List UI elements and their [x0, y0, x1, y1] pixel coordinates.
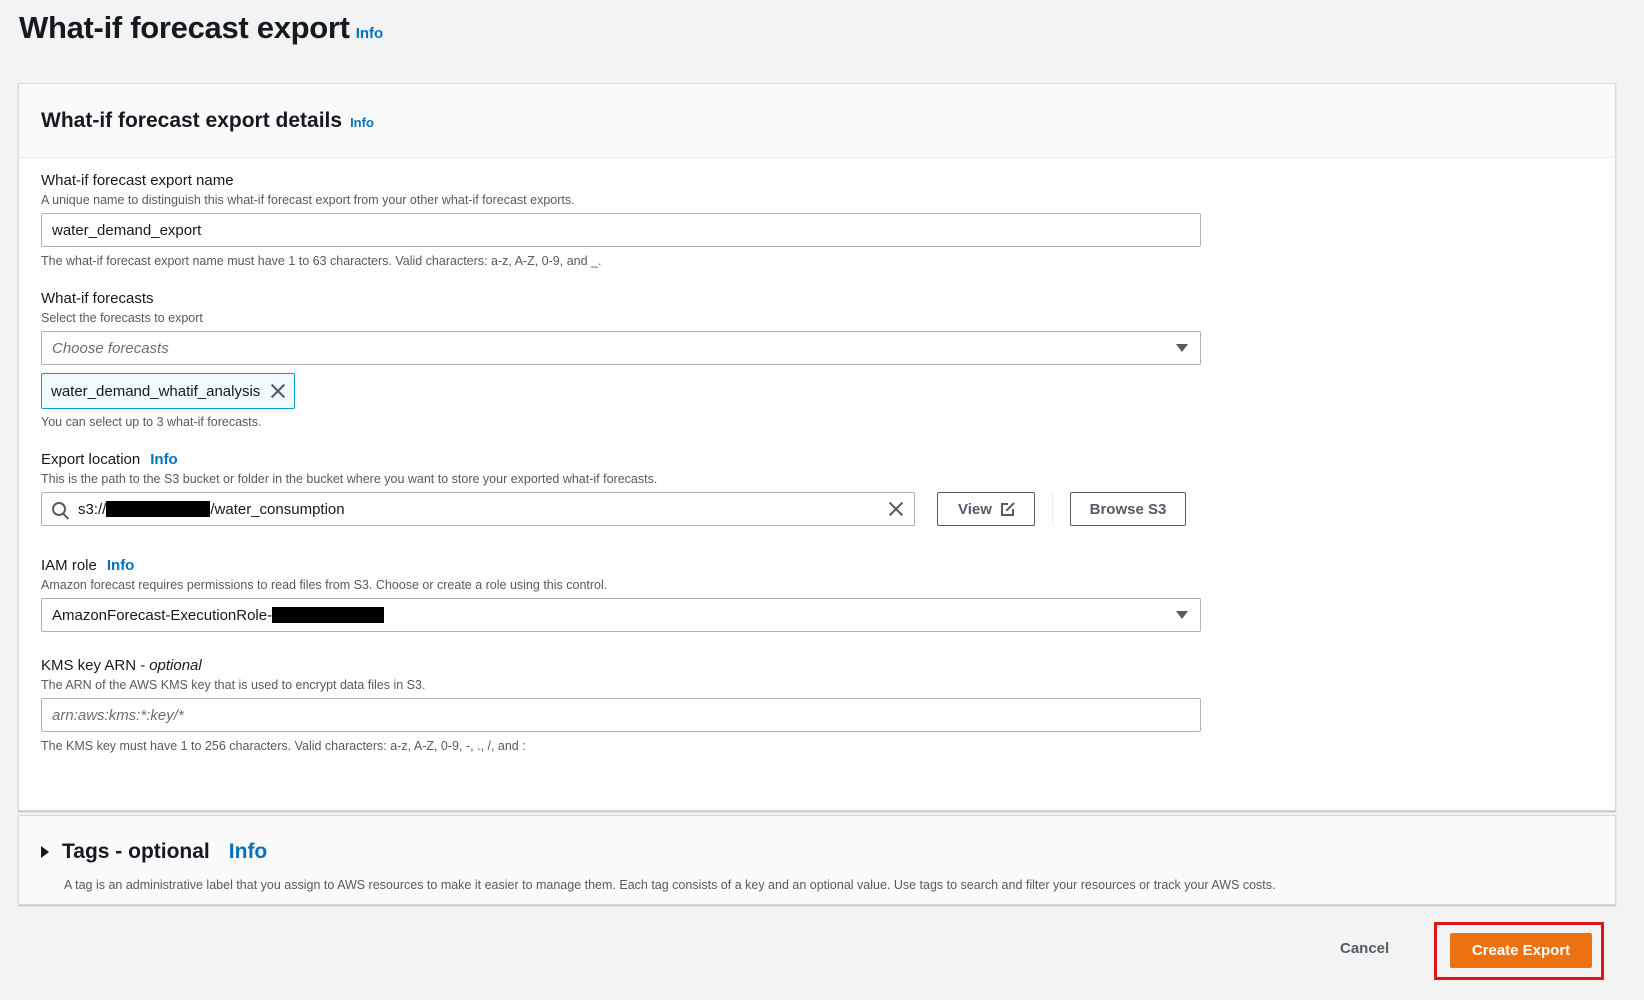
export-name-value: water_demand_export — [52, 221, 202, 239]
s3-location-input[interactable]: s3:// /water_consumption — [41, 492, 915, 526]
s3-suffix: /water_consumption — [210, 500, 345, 518]
export-name-field: What-if forecast export name A unique na… — [41, 172, 1201, 268]
kms-key-description: The ARN of the AWS KMS key that is used … — [41, 678, 426, 692]
browse-s3-button[interactable]: Browse S3 — [1070, 492, 1186, 526]
create-export-button[interactable]: Create Export — [1450, 933, 1592, 968]
s3-location-row: s3:// /water_consumption View Browse S3 — [41, 492, 1201, 526]
optional-text: optional — [149, 657, 202, 674]
s3-prefix: s3:// — [78, 500, 107, 518]
export-location-field: Export location Info This is the path to… — [41, 451, 1201, 526]
export-name-description: A unique name to distinguish this what-i… — [41, 193, 575, 207]
export-details-container: What-if forecast export details Info Wha… — [18, 83, 1616, 811]
clear-input-icon[interactable] — [888, 501, 904, 517]
tags-expand-toggle[interactable]: Tags - optional Info — [41, 840, 267, 864]
tags-info-link[interactable]: Info — [229, 840, 267, 864]
page-info-link[interactable]: Info — [356, 25, 384, 42]
caret-down-icon — [1176, 344, 1188, 352]
forecasts-field: What-if forecasts Select the forecasts t… — [41, 290, 1201, 429]
redacted-role-suffix — [272, 607, 385, 623]
divider — [1052, 492, 1053, 526]
iam-role-description: Amazon forecast requires permissions to … — [41, 578, 608, 592]
forecasts-label: What-if forecasts — [41, 290, 154, 307]
forecasts-description: Select the forecasts to export — [41, 311, 203, 325]
kms-key-field: KMS key ARN - optional The ARN of the AW… — [41, 657, 1201, 753]
external-link-icon — [1000, 500, 1016, 516]
tags-title: Tags - optional — [62, 840, 210, 863]
export-location-label: Export location Info — [41, 451, 178, 468]
forecasts-multiselect[interactable]: Choose forecasts — [41, 331, 1201, 365]
page-title: What-if forecast export — [19, 10, 350, 45]
page-header: What-if forecast export Info — [19, 10, 383, 46]
iam-role-field: IAM role Info Amazon forecast requires p… — [41, 557, 1201, 632]
details-info-link[interactable]: Info — [350, 111, 374, 130]
search-icon — [52, 502, 66, 516]
kms-key-placeholder: arn:aws:kms:*:key/* — [52, 706, 184, 724]
forecasts-constraint: You can select up to 3 what-if forecasts… — [41, 415, 262, 429]
iam-role-value: AmazonForecast-ExecutionRole- — [52, 606, 273, 624]
iam-role-info-link[interactable]: Info — [107, 557, 135, 574]
export-name-input[interactable]: water_demand_export — [41, 213, 1201, 247]
kms-key-label: KMS key ARN - optional — [41, 657, 202, 674]
export-name-constraint: The what-if forecast export name must ha… — [41, 254, 602, 268]
export-name-label: What-if forecast export name — [41, 172, 234, 189]
cancel-button[interactable]: Cancel — [1340, 940, 1389, 957]
redacted-bucket — [106, 501, 211, 517]
caret-right-icon — [41, 846, 49, 858]
iam-role-label: IAM role Info — [41, 557, 135, 574]
remove-token-icon[interactable] — [270, 383, 286, 399]
forecasts-placeholder: Choose forecasts — [52, 339, 169, 357]
token-label: water_demand_whatif_analysis — [51, 382, 261, 400]
tags-description: A tag is an administrative label that yo… — [64, 878, 1276, 892]
iam-role-select[interactable]: AmazonForecast-ExecutionRole- — [41, 598, 1201, 632]
caret-down-icon — [1176, 611, 1188, 619]
tags-container: Tags - optional Info A tag is an adminis… — [18, 815, 1616, 905]
export-location-description: This is the path to the S3 bucket or fol… — [41, 472, 658, 486]
kms-key-constraint: The KMS key must have 1 to 256 character… — [41, 739, 526, 753]
view-button[interactable]: View — [937, 492, 1035, 526]
kms-key-input[interactable]: arn:aws:kms:*:key/* — [41, 698, 1201, 732]
container-header: What-if forecast export details Info — [19, 84, 1615, 158]
export-location-info-link[interactable]: Info — [150, 451, 178, 468]
container-title: What-if forecast export details — [41, 108, 343, 132]
selected-forecast-token: water_demand_whatif_analysis — [41, 373, 296, 409]
